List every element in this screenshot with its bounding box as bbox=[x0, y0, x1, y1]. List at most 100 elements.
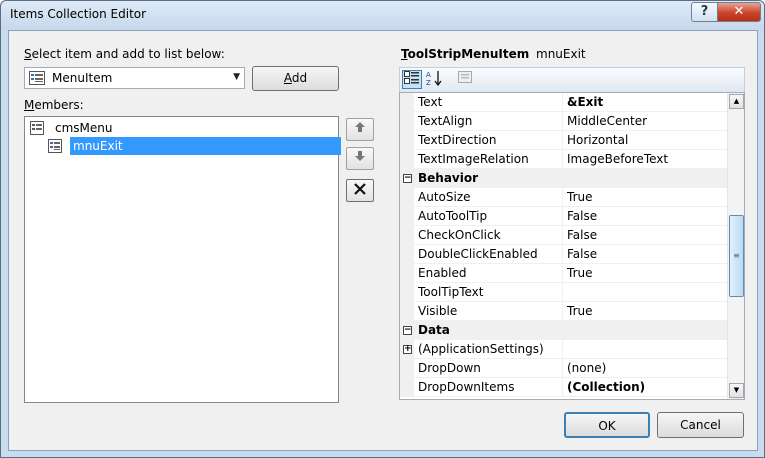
help-button[interactable]: ? bbox=[691, 2, 718, 22]
row-margin bbox=[400, 207, 414, 226]
menu-item-icon bbox=[29, 71, 45, 88]
window-title: Items Collection Editor bbox=[10, 7, 147, 21]
chevron-down-icon[interactable]: ▼ bbox=[233, 72, 240, 82]
property-name: DropDown bbox=[418, 361, 481, 375]
add-button[interactable]: Add bbox=[252, 66, 339, 91]
column-divider bbox=[562, 93, 563, 112]
row-margin bbox=[400, 264, 414, 283]
property-name: TextAlign bbox=[418, 114, 473, 128]
property-grid-scrollbar[interactable]: ▲ ≡ ▼ bbox=[727, 93, 744, 399]
property-grid[interactable]: Text &Exit TextAlign MiddleCenter TextDirect… bbox=[399, 92, 745, 400]
move-down-button[interactable] bbox=[346, 147, 374, 170]
row-margin bbox=[400, 283, 414, 302]
property-row[interactable]: DropDown (none) bbox=[400, 359, 727, 378]
property-value[interactable]: True bbox=[567, 304, 593, 318]
column-divider bbox=[562, 112, 563, 131]
row-margin bbox=[400, 150, 414, 169]
row-margin bbox=[400, 188, 414, 207]
property-row[interactable]: AutoToolTip False bbox=[400, 207, 727, 226]
row-margin bbox=[400, 378, 414, 397]
column-divider bbox=[562, 283, 563, 302]
tree-node-label: mnuExit bbox=[70, 137, 341, 155]
row-margin bbox=[400, 359, 414, 378]
property-row[interactable]: + (ApplicationSettings) bbox=[400, 340, 727, 359]
property-value[interactable]: False bbox=[567, 228, 597, 242]
property-row[interactable]: Enabled True bbox=[400, 264, 727, 283]
property-row[interactable]: AutoSize True bbox=[400, 188, 727, 207]
property-name: CheckOnClick bbox=[418, 228, 501, 242]
property-name: TextImageRelation bbox=[418, 152, 529, 166]
property-grid-header: ToolStripMenuItem mnuExit bbox=[401, 47, 586, 61]
property-value[interactable]: (Collection) bbox=[567, 380, 645, 394]
members-tree[interactable]: cmsMenu mnuExit bbox=[24, 116, 341, 403]
svg-text:Z: Z bbox=[426, 79, 431, 86]
alphabetical-icon[interactable]: AZ bbox=[425, 70, 445, 89]
property-rows: Text &Exit TextAlign MiddleCenter TextDirect… bbox=[400, 93, 727, 397]
menu-item-icon bbox=[48, 139, 62, 158]
property-row[interactable]: DoubleClickEnabled False bbox=[400, 245, 727, 264]
column-divider bbox=[562, 207, 563, 226]
property-value[interactable]: MiddleCenter bbox=[567, 114, 647, 128]
property-value[interactable]: False bbox=[567, 247, 597, 261]
property-name: ToolTipText bbox=[418, 285, 484, 299]
property-category-row[interactable]: − Data bbox=[400, 321, 727, 340]
categorized-icon[interactable] bbox=[402, 70, 422, 89]
property-value[interactable]: Horizontal bbox=[567, 133, 628, 147]
property-name: TextDirection bbox=[418, 133, 497, 147]
property-name: AutoToolTip bbox=[418, 209, 488, 223]
object-name-label: mnuExit bbox=[536, 47, 586, 61]
property-row[interactable]: Visible True bbox=[400, 302, 727, 321]
item-type-combobox[interactable]: MenuItem ▼ bbox=[24, 67, 245, 89]
property-row[interactable]: TextAlign MiddleCenter bbox=[400, 112, 727, 131]
items-collection-editor-window: Items Collection Editor ? ✕ Select item … bbox=[0, 0, 765, 458]
column-divider bbox=[562, 188, 563, 207]
property-row[interactable]: Text &Exit bbox=[400, 93, 727, 112]
property-row[interactable]: CheckOnClick False bbox=[400, 226, 727, 245]
property-value[interactable]: (none) bbox=[567, 361, 606, 375]
column-divider bbox=[562, 264, 563, 283]
property-name: AutoSize bbox=[418, 190, 471, 204]
property-row[interactable]: ToolTipText bbox=[400, 283, 727, 302]
property-row[interactable]: TextImageRelation ImageBeforeText bbox=[400, 150, 727, 169]
column-divider bbox=[562, 378, 563, 397]
context-menu-strip-icon bbox=[30, 121, 44, 140]
column-divider bbox=[562, 359, 563, 378]
tree-node-label: cmsMenu bbox=[55, 121, 113, 135]
row-margin bbox=[400, 302, 414, 321]
property-grid-toolbar: AZ bbox=[399, 67, 745, 92]
scroll-up-arrow-icon[interactable]: ▲ bbox=[729, 94, 744, 109]
column-divider bbox=[562, 150, 563, 169]
property-value[interactable]: True bbox=[567, 266, 593, 280]
expand-icon[interactable]: + bbox=[403, 345, 412, 354]
property-pages-icon[interactable] bbox=[455, 70, 475, 89]
svg-text:A: A bbox=[426, 71, 431, 79]
collapse-icon[interactable]: − bbox=[403, 326, 412, 335]
item-type-value: MenuItem bbox=[52, 71, 113, 85]
move-up-button[interactable] bbox=[346, 118, 374, 141]
select-item-label: Select item and add to list below: bbox=[24, 47, 225, 61]
delete-button[interactable] bbox=[346, 179, 374, 202]
property-row[interactable]: TextDirection Horizontal bbox=[400, 131, 727, 150]
collapse-icon[interactable]: − bbox=[403, 174, 412, 183]
column-divider bbox=[562, 302, 563, 321]
row-margin bbox=[400, 93, 414, 112]
property-name: Visible bbox=[418, 304, 458, 318]
scroll-down-arrow-icon[interactable]: ▼ bbox=[729, 383, 744, 398]
scroll-thumb[interactable]: ≡ bbox=[729, 215, 744, 297]
arrow-down-icon bbox=[354, 151, 366, 165]
property-row[interactable]: DropDownItems (Collection) bbox=[400, 378, 727, 397]
cancel-button[interactable]: Cancel bbox=[657, 412, 744, 438]
category-name: Data bbox=[418, 323, 450, 337]
row-margin bbox=[400, 226, 414, 245]
property-name: Text bbox=[418, 95, 443, 109]
property-value[interactable]: True bbox=[567, 190, 593, 204]
property-category-row[interactable]: − Behavior bbox=[400, 169, 727, 188]
property-value[interactable]: False bbox=[567, 209, 597, 223]
property-value[interactable]: ImageBeforeText bbox=[567, 152, 668, 166]
object-type-label: ToolStripMenuItem bbox=[401, 47, 530, 61]
close-button[interactable]: ✕ bbox=[717, 2, 761, 22]
column-divider bbox=[562, 226, 563, 245]
ok-button[interactable]: OK bbox=[564, 412, 650, 438]
property-name: Enabled bbox=[418, 266, 467, 280]
property-value[interactable]: &Exit bbox=[567, 95, 603, 109]
